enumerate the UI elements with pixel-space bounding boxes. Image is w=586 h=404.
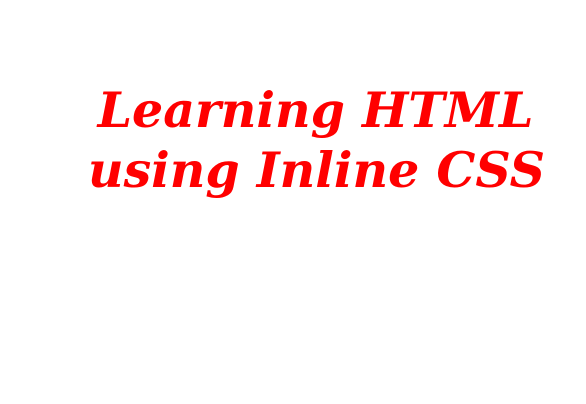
- heading-line-2: using Inline CSS: [87, 141, 546, 199]
- heading-line-1: Learning HTML: [97, 81, 534, 139]
- page-canvas: Learning HTML using Inline CSS: [0, 0, 586, 404]
- page-heading: Learning HTML using Inline CSS: [0, 80, 586, 200]
